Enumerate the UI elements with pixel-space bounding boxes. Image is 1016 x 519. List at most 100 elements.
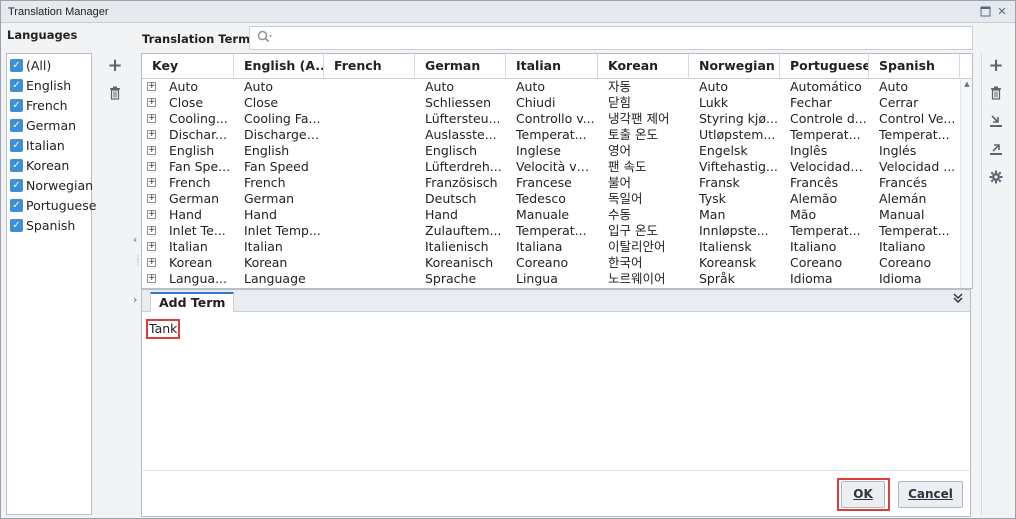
table-row[interactable]: + Dischar... Discharge ... Auslasste... Temp… [142,127,960,143]
table-cell[interactable] [332,191,413,207]
add-term-icon[interactable]: + [987,57,1005,75]
table-cell[interactable]: 팬 속도 [606,159,687,175]
table-cell[interactable]: Automático [788,79,867,95]
table-cell[interactable]: Zulauftem... [423,223,504,239]
table-cell[interactable]: Manual [877,207,958,223]
language-item[interactable]: ✓ Portuguese [10,196,96,214]
checkbox-checked-icon[interactable]: ✓ [10,78,23,92]
table-cell[interactable]: Engelsk [697,143,778,159]
table-cell[interactable]: 토출 온도 [606,127,687,143]
column-header[interactable]: French [324,54,415,79]
table-cell[interactable]: Velocidade... [788,159,867,175]
table-cell[interactable]: 자동 [606,79,687,95]
table-cell[interactable]: Italiano [877,239,958,255]
table-cell[interactable] [332,207,413,223]
table-cell[interactable]: Francês [788,175,867,191]
table-cell[interactable]: Schliessen [423,95,504,111]
delete-term-icon[interactable] [987,85,1005,103]
delete-language-icon[interactable] [106,85,124,103]
table-cell[interactable]: Italian [167,239,231,255]
cancel-button[interactable]: Cancel [898,481,963,508]
table-cell[interactable] [332,239,413,255]
table-cell[interactable]: Velocidad ... [877,159,958,175]
table-cell[interactable]: 영어 [606,143,687,159]
table-cell[interactable] [332,143,413,159]
table-cell[interactable]: Chiudi [514,95,596,111]
table-row[interactable]: + Fan Spe... Fan Speed Lüfterdreh... Velocit… [142,159,960,175]
checkbox-checked-icon[interactable]: ✓ [10,218,23,232]
checkbox-checked-icon[interactable]: ✓ [10,58,23,72]
table-cell[interactable]: Temperat... [877,223,958,239]
table-cell[interactable]: Italiensk [697,239,778,255]
gear-icon[interactable] [987,169,1005,187]
table-cell[interactable]: Hand [423,207,504,223]
column-header[interactable]: Italian [506,54,598,79]
table-cell[interactable]: 냉각팬 제어 [606,111,687,127]
table-cell[interactable]: Sprache [423,271,504,287]
table-row[interactable]: + English English Englisch Inglese 영어 Engelsk I… [142,143,960,159]
table-cell[interactable] [332,127,413,143]
table-cell[interactable]: Auto [242,79,322,95]
table-cell[interactable]: English [167,143,231,159]
expand-row-icon[interactable]: + [147,82,156,91]
language-item[interactable]: ✓ Korean [10,156,69,174]
table-cell[interactable]: Korean [242,255,322,271]
table-cell[interactable]: Lingua [514,271,596,287]
table-cell[interactable]: Temperat... [788,127,867,143]
language-item[interactable]: ✓ French [10,96,68,114]
table-cell[interactable]: Coreano [514,255,596,271]
table-row[interactable]: + Korean Korean Koreanisch Coreano 한국어 Koreans… [142,255,960,271]
table-cell[interactable]: Utløpstem... [697,127,778,143]
language-item[interactable]: ✓ Norwegian [10,176,93,194]
table-row[interactable]: + Italian Italian Italienisch Italiana 이탈리안어 I… [142,239,960,255]
table-cell[interactable]: Hand [242,207,322,223]
table-cell[interactable]: Alemán [877,191,958,207]
table-cell[interactable] [332,175,413,191]
language-item[interactable]: ✓ English [10,76,71,94]
table-cell[interactable]: Cooling... [167,111,231,127]
table-cell[interactable]: Fransk [697,175,778,191]
table-row[interactable]: + Inlet Te... Inlet Temp... Zulauftem... Tem… [142,223,960,239]
table-cell[interactable]: Inlet Temp... [242,223,322,239]
terms-search-input[interactable] [278,29,958,47]
table-cell[interactable]: 입구 온도 [606,223,687,239]
collapse-panel-icon[interactable] [952,292,964,307]
table-row[interactable]: + Langua... Language Sprache Lingua 노르웨이어 Språ… [142,271,960,287]
table-cell[interactable]: Cooling Fa... [242,111,322,127]
checkbox-checked-icon[interactable]: ✓ [10,198,23,212]
table-cell[interactable]: Temperat... [788,223,867,239]
table-cell[interactable]: Innløpste... [697,223,778,239]
table-vertical-scrollbar[interactable]: ▲ [960,79,972,288]
table-cell[interactable]: German [242,191,322,207]
expand-row-icon[interactable]: + [147,162,156,171]
column-header[interactable]: Spanish [869,54,960,79]
ok-button[interactable]: OK [841,481,885,508]
table-row[interactable]: + German German Deutsch Tedesco 독일어 Tysk Alemão… [142,191,960,207]
table-cell[interactable] [332,79,413,95]
table-cell[interactable] [332,223,413,239]
table-cell[interactable]: Language [242,271,322,287]
table-cell[interactable]: Temperat... [514,127,596,143]
table-cell[interactable]: Close [167,95,231,111]
table-cell[interactable]: Cerrar [877,95,958,111]
table-cell[interactable]: Koreanisch [423,255,504,271]
table-cell[interactable]: Auto [423,79,504,95]
table-cell[interactable]: Hand [167,207,231,223]
table-cell[interactable]: Temperat... [514,223,596,239]
expand-row-icon[interactable]: + [147,114,156,123]
language-item[interactable]: ✓ (All) [10,56,51,74]
table-cell[interactable]: Inglés [877,143,958,159]
expand-row-icon[interactable]: + [147,274,156,283]
table-cell[interactable]: Italienisch [423,239,504,255]
expand-row-icon[interactable]: + [147,130,156,139]
column-header[interactable]: Key [142,54,234,79]
table-cell[interactable]: 닫힘 [606,95,687,111]
table-cell[interactable]: Inglese [514,143,596,159]
table-cell[interactable]: Fan Spe... [167,159,231,175]
table-cell[interactable]: Viftehastig... [697,159,778,175]
table-cell[interactable]: Italiana [514,239,596,255]
table-cell[interactable]: Französisch [423,175,504,191]
table-cell[interactable]: Italian [242,239,322,255]
table-cell[interactable]: Lüfterdreh... [423,159,504,175]
table-cell[interactable]: Koreansk [697,255,778,271]
